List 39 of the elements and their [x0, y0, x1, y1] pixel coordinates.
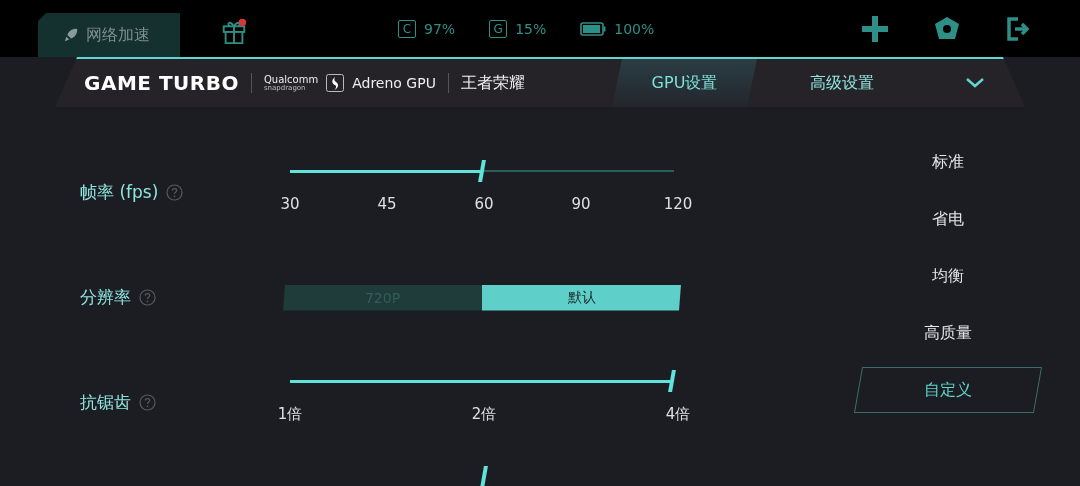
tick-label: 30: [280, 194, 300, 213]
stat-value: 97%: [424, 20, 456, 37]
tab[interactable]: GPU设置: [612, 59, 757, 107]
mode-option[interactable]: 标准: [858, 139, 1038, 185]
exit-icon[interactable]: [1006, 15, 1032, 42]
stat-value: 100%: [614, 20, 655, 37]
rocket-icon: [62, 26, 80, 44]
network-boost-button[interactable]: 网络加速: [38, 13, 180, 57]
tick-label: 4倍: [665, 404, 691, 424]
segment-option[interactable]: 默认: [482, 284, 681, 311]
tick-label: 2倍: [471, 404, 497, 424]
gpu-name: Adreno GPU: [352, 75, 436, 91]
tab[interactable]: 高级设置: [757, 59, 927, 107]
mode-option[interactable]: 均衡: [858, 253, 1038, 299]
setting-label: 分辨率: [80, 286, 131, 309]
chip-logo-icon: [326, 74, 345, 92]
setting-label: 帧率 (fps): [80, 181, 159, 204]
plus-icon[interactable]: [862, 15, 888, 42]
tick-label: 90: [571, 194, 591, 213]
mode-option[interactable]: 省电: [858, 196, 1038, 242]
slider-thumb[interactable]: [478, 159, 486, 182]
battery-icon: [580, 21, 607, 36]
stat-value: 15%: [515, 20, 547, 37]
tick-label: 60: [474, 194, 494, 213]
mode-option[interactable]: 高质量: [858, 310, 1038, 356]
tick-label: 120: [663, 194, 693, 213]
setting-label: 抗锯齿: [80, 391, 131, 414]
shield-icon[interactable]: [934, 15, 960, 42]
slider-thumb[interactable]: [668, 369, 676, 392]
app-title: GAME TURBO: [84, 71, 239, 95]
slider-thumb[interactable]: [480, 466, 488, 486]
tick-label: 1倍: [277, 404, 303, 424]
game-name: 王者荣耀: [460, 72, 525, 94]
gift-icon[interactable]: [220, 16, 248, 45]
chevron-down-icon[interactable]: [965, 77, 985, 89]
gpu-icon: G: [489, 19, 508, 38]
tick-label: 45: [377, 194, 397, 213]
cpu-icon: C: [398, 19, 416, 38]
chip-brand: Qualcomm: [263, 74, 319, 85]
